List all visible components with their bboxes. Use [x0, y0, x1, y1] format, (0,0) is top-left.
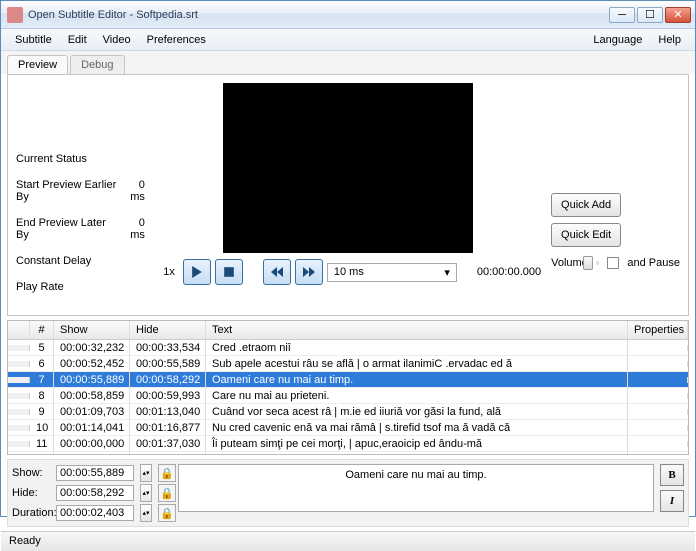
cell-show: 00:01:37,097 [54, 451, 130, 455]
duration-lock-button[interactable]: 🔒 [158, 504, 176, 522]
play-button[interactable] [183, 259, 211, 285]
preview-panel: Current Status Start Preview Earlier By0… [7, 74, 689, 316]
constant-delay-label: Constant Delay [16, 255, 91, 267]
status-info: Current Status Start Preview Earlier By0… [16, 83, 145, 307]
col-header-num[interactable]: # [30, 321, 54, 339]
lock-icon: 🔒 [160, 507, 174, 520]
step-size-select[interactable]: 10 ms▾ [327, 263, 457, 282]
and-pause-checkbox[interactable] [607, 257, 619, 269]
menu-subtitle[interactable]: Subtitle [7, 32, 60, 48]
cell-props [628, 361, 688, 367]
tab-debug[interactable]: Debug [70, 55, 124, 74]
cell-props [628, 425, 688, 431]
show-time-input[interactable] [56, 465, 134, 481]
col-header-hide[interactable]: Hide [130, 321, 206, 339]
close-button[interactable]: ✕ [665, 7, 691, 23]
start-earlier-label: Start Preview Earlier By [16, 179, 123, 203]
minimize-button[interactable]: ─ [609, 7, 635, 23]
maximize-button[interactable]: ☐ [637, 7, 663, 23]
subtitle-grid: # Show Hide Text Properties 500:00:32,23… [7, 320, 689, 455]
menu-help[interactable]: Help [650, 32, 689, 48]
col-header-show[interactable]: Show [54, 321, 130, 339]
menu-video[interactable]: Video [95, 32, 139, 48]
step-forward-button[interactable] [295, 259, 323, 285]
app-icon [7, 7, 23, 23]
cell-props [628, 441, 688, 447]
cell-hide: 00:01:39,900 [130, 451, 206, 455]
cell-text: penipmârând să mă întâ | ca pe unul de-a… [206, 451, 628, 455]
current-status-label: Current Status [16, 153, 87, 165]
end-later-value: 0 ms [121, 217, 145, 241]
menu-edit[interactable]: Edit [60, 32, 95, 48]
col-header-text[interactable]: Text [206, 321, 628, 339]
col-header-props[interactable]: Properties [628, 321, 688, 339]
titlebar: Open Subtitle Editor - Softpedia.srt ─ ☐… [1, 1, 695, 29]
menubar: Subtitle Edit Video Preferences Language… [1, 29, 695, 51]
timecode: 00:00:00.000 [477, 266, 541, 278]
hide-time-input[interactable] [56, 485, 134, 501]
window-title: Open Subtitle Editor - Softpedia.srt [28, 9, 609, 21]
start-earlier-value: 0 ms [123, 179, 145, 203]
tabstrip: Preview Debug [1, 51, 695, 74]
quick-add-button[interactable]: Quick Add [551, 193, 621, 217]
tab-preview[interactable]: Preview [7, 55, 68, 74]
end-later-label: End Preview Later By [16, 217, 121, 241]
lock-icon: 🔒 [160, 487, 174, 500]
stop-button[interactable] [215, 259, 243, 285]
playback-rate: 1x [155, 266, 175, 278]
cell-props [628, 409, 688, 415]
cell-props [628, 377, 688, 383]
cell-num: 12 [30, 451, 54, 455]
menu-preferences[interactable]: Preferences [139, 32, 214, 48]
volume-label: Volume [551, 257, 588, 269]
italic-button[interactable]: I [660, 490, 684, 512]
step-back-button[interactable] [263, 259, 291, 285]
show-label: Show: [12, 467, 52, 479]
chevron-down-icon: ▾ [444, 266, 450, 279]
statusbar: Ready [1, 531, 695, 551]
table-row[interactable]: 1200:01:37,09700:01:39,900penipmârând să… [8, 452, 688, 454]
video-preview[interactable] [223, 83, 473, 253]
subtitle-text-input[interactable]: Oameni care nu mai au timp. [178, 464, 654, 512]
quick-edit-button[interactable]: Quick Edit [551, 223, 621, 247]
menu-language[interactable]: Language [585, 32, 650, 48]
and-pause-label: and Pause [627, 257, 680, 269]
duration-label: Duration: [12, 507, 52, 519]
cell-props [628, 393, 688, 399]
hide-lock-button[interactable]: 🔒 [158, 484, 176, 502]
play-rate-label: Play Rate [16, 281, 64, 293]
show-spinner[interactable]: ▴▾ [140, 464, 152, 482]
duration-input[interactable] [56, 505, 134, 521]
hide-label: Hide: [12, 487, 52, 499]
hide-spinner[interactable]: ▴▾ [140, 484, 152, 502]
bold-button[interactable]: B [660, 464, 684, 486]
show-lock-button[interactable]: 🔒 [158, 464, 176, 482]
volume-slider[interactable] [596, 261, 600, 265]
duration-spinner[interactable]: ▴▾ [140, 504, 152, 522]
lock-icon: 🔒 [160, 467, 174, 480]
cell-props [628, 345, 688, 351]
